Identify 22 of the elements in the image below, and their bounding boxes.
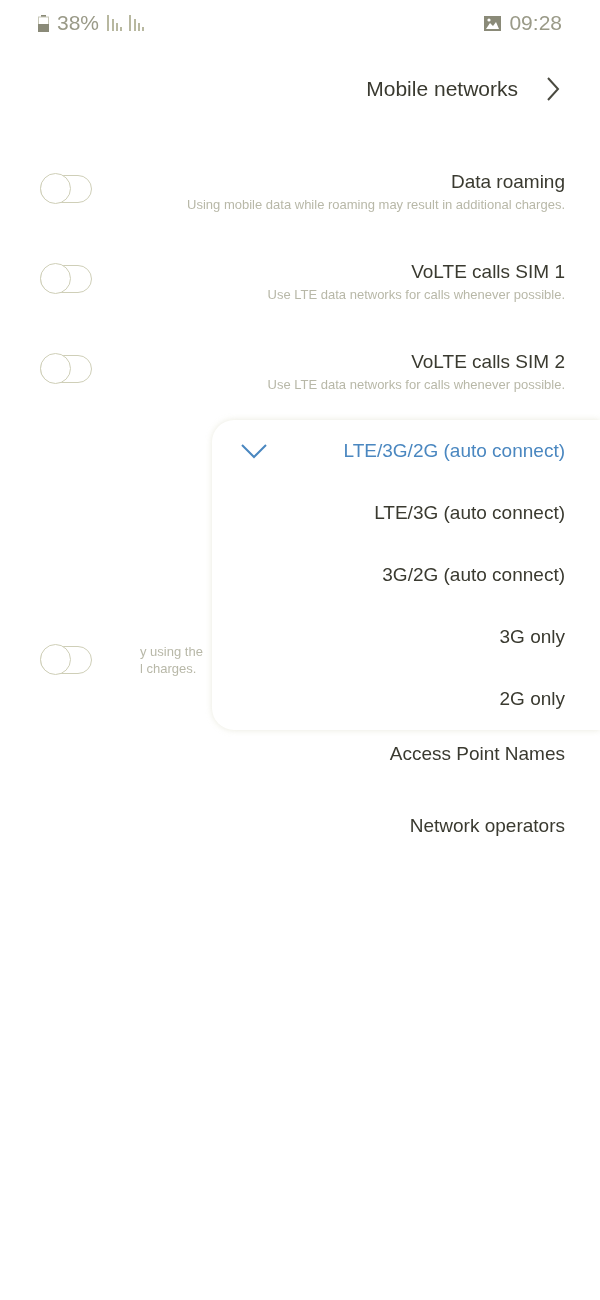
setting-title[interactable]: Access Point Names bbox=[389, 743, 565, 765]
chevron-down-icon bbox=[240, 443, 268, 459]
setting-description: l charges. bbox=[140, 661, 197, 676]
battery-icon bbox=[38, 14, 49, 32]
setting-title: VoLTE calls SIM 2 bbox=[411, 351, 565, 373]
back-icon[interactable] bbox=[546, 76, 560, 102]
setting-title[interactable]: Network operators bbox=[409, 815, 565, 837]
battery-percentage: 38% bbox=[57, 11, 100, 35]
setting-description: y using the bbox=[140, 644, 203, 659]
setting-description: Use LTE data networks for calls whenever possible. bbox=[267, 287, 565, 302]
menu-option[interactable]: 3G/2G (auto connect) bbox=[212, 544, 600, 606]
screen-title: Mobile networks bbox=[366, 77, 518, 101]
image-icon bbox=[484, 15, 502, 31]
menu-option[interactable]: 3G only bbox=[212, 606, 600, 668]
clock: 09:28 bbox=[509, 11, 562, 35]
setting-description: Use LTE data networks for calls whenever possible. bbox=[267, 377, 565, 392]
setting-title: Data roaming bbox=[450, 171, 565, 193]
menu-option[interactable]: LTE/3G/2G (auto connect) bbox=[212, 420, 600, 482]
menu-option[interactable]: 2G only bbox=[212, 668, 600, 730]
setting-description: Using mobile data while roaming may result in additional charges. bbox=[187, 197, 565, 212]
setting-title: VoLTE calls SIM 1 bbox=[411, 261, 565, 283]
menu-option[interactable]: LTE/3G (auto connect) bbox=[212, 482, 600, 544]
